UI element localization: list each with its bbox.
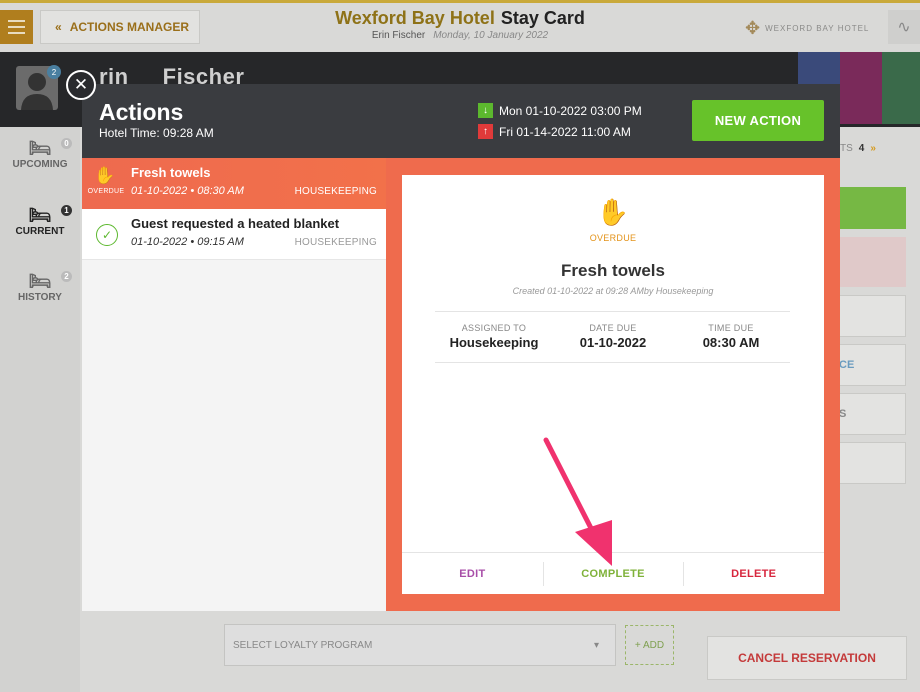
header-tile-2 [840, 52, 882, 124]
card-actions: EDIT COMPLETE DELETE [402, 552, 824, 594]
new-action-button[interactable]: NEW ACTION [692, 100, 824, 141]
stay-card-title: Stay Card [500, 8, 585, 28]
delete-button[interactable]: DELETE [683, 553, 824, 594]
list-item[interactable]: ✓ Guest requested a heated blanket 01-10… [82, 209, 386, 260]
action-datetime: 01-10-2022 • 08:30 AM [131, 185, 244, 197]
modal-header: Actions Hotel Time: 09:28 AM ↓ Mon 01-10… [82, 84, 840, 158]
created-info: Created 01-10-2022 at 09:28 AMby Houseke… [512, 286, 714, 296]
loyalty-select[interactable]: SELECT LOYALTY PROGRAM ▾ [224, 624, 616, 666]
action-datetime: 01-10-2022 • 09:15 AM [131, 236, 244, 248]
status-badge: OVERDUE [589, 233, 637, 243]
date-due: DATE DUE 01-10-2022 [579, 323, 647, 350]
action-detail-card: ✋ OVERDUE Fresh towels Created 01-10-202… [402, 175, 824, 594]
add-loyalty-button[interactable]: + ADD [625, 625, 674, 665]
detail-title: Fresh towels [561, 261, 665, 280]
hotel-time: Hotel Time: 09:28 AM [99, 126, 214, 140]
divider [435, 362, 790, 363]
overdue-label: OVERDUE [87, 188, 125, 195]
sidebar-item-upcoming[interactable]: 🛏 0 UPCOMING [0, 138, 80, 170]
departure-datetime: ↑ Fri 01-14-2022 11:00 AM [478, 124, 631, 139]
time-due: TIME DUE 08:30 AM [702, 323, 760, 350]
check-circle-icon: ✓ [96, 224, 118, 246]
close-icon[interactable]: ✕ [66, 70, 96, 100]
actions-list: ✋ OVERDUE Fresh towels 01-10-2022 • 08:3… [82, 158, 386, 611]
action-title: Guest requested a heated blanket [131, 216, 340, 231]
divider [435, 311, 790, 312]
header-tile-3 [882, 52, 920, 124]
edit-button[interactable]: EDIT [402, 553, 543, 594]
arrival-arrow-icon: ↓ [478, 103, 493, 118]
business-date: Monday, 10 January 2022 [433, 30, 549, 41]
action-category: HOUSEKEEPING [294, 237, 377, 248]
action-category: HOUSEKEEPING [294, 186, 377, 197]
sidebar-item-current[interactable]: 🛏 1 CURRENT [0, 205, 80, 237]
actions-modal: ✕ Actions Hotel Time: 09:28 AM ↓ Mon 01-… [66, 70, 840, 611]
hand-icon: ✋ [94, 166, 116, 185]
modal-title: Actions [99, 99, 184, 125]
avatar-badge: 2 [47, 65, 61, 79]
leaf-logo-icon: ✥ [745, 18, 762, 38]
hotel-name: Wexford Bay Hotel [335, 8, 495, 28]
hotel-logo: ✥ WEXFORD BAY HOTEL [745, 18, 870, 38]
guest-full-name: Erin Fischer [371, 30, 426, 41]
pulse-icon[interactable]: ∿ [888, 10, 920, 44]
complete-button[interactable]: COMPLETE [542, 553, 684, 594]
action-title: Fresh towels [131, 165, 211, 180]
hand-icon: ✋ [596, 197, 630, 227]
nights-indicator: TS 4» [840, 142, 876, 154]
cancel-reservation-button[interactable]: CANCEL RESERVATION [707, 636, 907, 680]
list-item[interactable]: ✋ OVERDUE Fresh towels 01-10-2022 • 08:3… [82, 158, 386, 209]
assigned-to: ASSIGNED TO Housekeeping [449, 323, 539, 350]
departure-arrow-icon: ↑ [478, 124, 493, 139]
arrival-datetime: ↓ Mon 01-10-2022 03:00 PM [478, 103, 642, 118]
sidebar-item-history[interactable]: 🛏 2 HISTORY [0, 271, 80, 303]
caret-down-icon: ▾ [593, 639, 599, 651]
